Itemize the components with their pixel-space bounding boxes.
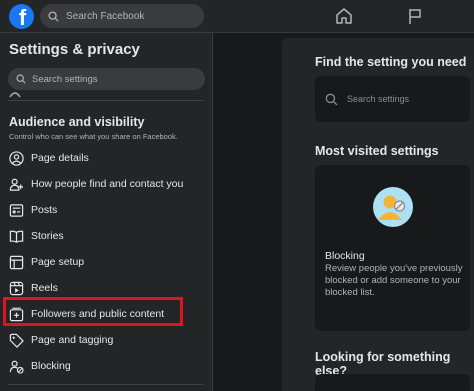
search-icon xyxy=(16,74,26,84)
section-divider xyxy=(8,100,204,101)
sidebar-item-reels[interactable]: Reels xyxy=(0,275,212,301)
flag-icon[interactable] xyxy=(406,7,424,25)
most-visited-heading: Most visited settings xyxy=(315,144,439,158)
sidebar-item-posts[interactable]: Posts xyxy=(0,197,212,223)
sidebar-bottom-divider xyxy=(8,384,204,385)
posts-icon xyxy=(9,203,24,217)
section-title: Audience and visibility xyxy=(9,115,145,129)
book-icon xyxy=(9,230,24,243)
sidebar-item-label: Page details xyxy=(31,152,89,164)
person-add-icon xyxy=(9,178,24,191)
tag-icon xyxy=(9,333,24,348)
person-circle-icon xyxy=(9,150,24,166)
facebook-logo-letter: f xyxy=(18,5,27,29)
card-title: Blocking xyxy=(325,250,365,262)
search-placeholder: Search Facebook xyxy=(66,10,145,22)
sidebar-item-page-setup[interactable]: Page setup xyxy=(0,249,212,275)
sidebar-item-page-tagging[interactable]: Page and tagging xyxy=(0,327,212,353)
search-icon xyxy=(48,10,59,22)
home-icon[interactable] xyxy=(335,7,353,25)
section-subtitle: Control who can see what you share on Fa… xyxy=(9,132,178,141)
sidebar-item-followers-public-content[interactable]: Followers and public content xyxy=(0,301,212,327)
top-navigation-bar: f Search Facebook xyxy=(0,0,474,33)
find-setting-heading: Find the setting you need xyxy=(315,55,467,69)
settings-search-input[interactable]: Search settings xyxy=(8,68,205,90)
looking-else-card[interactable] xyxy=(315,374,470,391)
settings-sidebar: Settings & privacy Search settings Audie… xyxy=(0,33,213,391)
sidebar-item-label: Posts xyxy=(31,204,58,216)
sidebar-item-page-details[interactable]: Page details xyxy=(0,145,212,171)
sidebar-item-label: Followers and public content xyxy=(31,308,165,320)
sidebar-item-label: Stories xyxy=(31,230,64,242)
facebook-logo[interactable]: f xyxy=(9,4,34,29)
reels-icon xyxy=(9,281,24,295)
sidebar-item-blocking[interactable]: Blocking xyxy=(0,353,212,379)
blocked-person-icon xyxy=(373,187,413,227)
search-placeholder: Search settings xyxy=(32,73,98,85)
search-placeholder: Search settings xyxy=(347,94,410,104)
sidebar-item-label: How people find and contact you xyxy=(31,178,184,190)
partial-item-icon xyxy=(9,92,21,98)
settings-menu: Page details How people find and contact… xyxy=(0,145,212,379)
block-icon xyxy=(9,360,24,374)
search-icon xyxy=(325,93,338,105)
sidebar-item-label: Reels xyxy=(31,282,58,294)
sidebar-title: Settings & privacy xyxy=(9,41,140,58)
find-setting-search-input[interactable]: Search settings xyxy=(315,76,470,122)
card-description: Review people you've previously blocked … xyxy=(325,263,463,298)
sidebar-item-find-contact[interactable]: How people find and contact you xyxy=(0,171,212,197)
sidebar-item-label: Page and tagging xyxy=(31,334,114,346)
sidebar-item-label: Page setup xyxy=(31,256,85,268)
page-setup-icon xyxy=(9,255,24,269)
followers-icon xyxy=(9,307,24,321)
sidebar-item-stories[interactable]: Stories xyxy=(0,223,212,249)
facebook-search-input[interactable]: Search Facebook xyxy=(40,4,204,28)
sidebar-item-label: Blocking xyxy=(31,360,71,372)
